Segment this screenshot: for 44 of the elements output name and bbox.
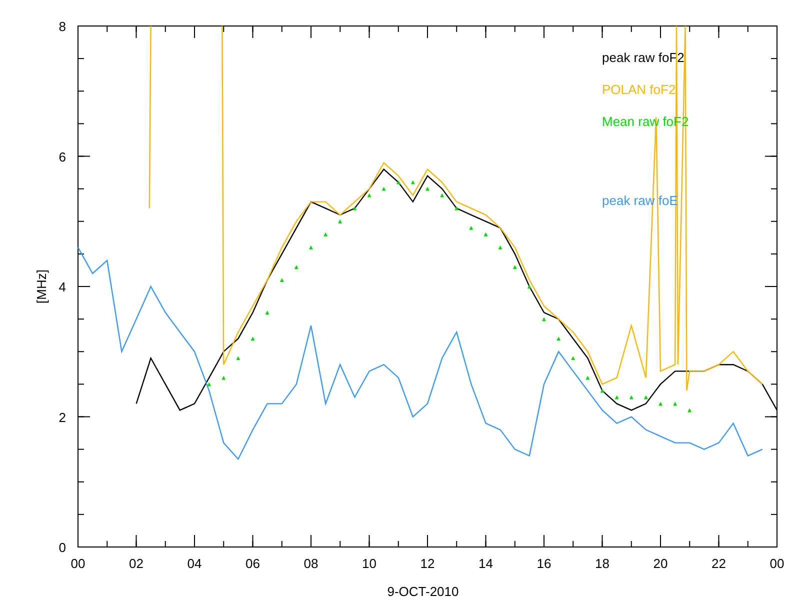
point <box>294 265 298 269</box>
point <box>498 245 502 250</box>
point <box>484 232 488 236</box>
axis-title: 9-OCT-2010 <box>387 584 459 599</box>
tick-label: 00 <box>770 556 784 571</box>
tick-label: 04 <box>187 556 202 571</box>
point <box>309 245 313 250</box>
point <box>454 206 459 210</box>
point <box>352 206 357 210</box>
tick-label: 02 <box>129 556 144 571</box>
tick-label: 18 <box>595 556 610 571</box>
point <box>324 232 328 236</box>
point <box>367 193 372 198</box>
point <box>527 284 532 288</box>
point <box>280 278 284 282</box>
point <box>236 356 240 360</box>
point <box>469 226 474 230</box>
tick-label: 20 <box>653 556 668 571</box>
point <box>338 219 342 224</box>
point <box>658 402 662 406</box>
point <box>396 180 400 184</box>
tick-label: 2 <box>58 410 66 425</box>
tick-label: 16 <box>536 556 552 571</box>
tick-label: 4 <box>58 280 66 294</box>
tick-label: 14 <box>478 556 493 571</box>
tick-label: 12 <box>420 556 435 571</box>
tick-label: 08 <box>304 556 318 571</box>
point <box>426 186 430 191</box>
point <box>440 193 444 198</box>
tick-label: 6 <box>58 149 66 164</box>
tick-label: 22 <box>712 556 726 571</box>
point <box>250 336 255 341</box>
tick-label: 06 <box>246 556 260 571</box>
tick-label: 8 <box>58 19 66 34</box>
point <box>410 180 415 184</box>
point <box>382 186 386 191</box>
point <box>512 265 517 269</box>
tick-label: 0 <box>58 540 66 555</box>
axis-title: [MHz] <box>34 270 49 304</box>
legend-label: POLAN foF2 <box>602 82 676 97</box>
tick-label: 00 <box>70 556 86 571</box>
point <box>265 310 270 314</box>
tick-label: 10 <box>362 556 376 571</box>
point <box>542 317 546 322</box>
